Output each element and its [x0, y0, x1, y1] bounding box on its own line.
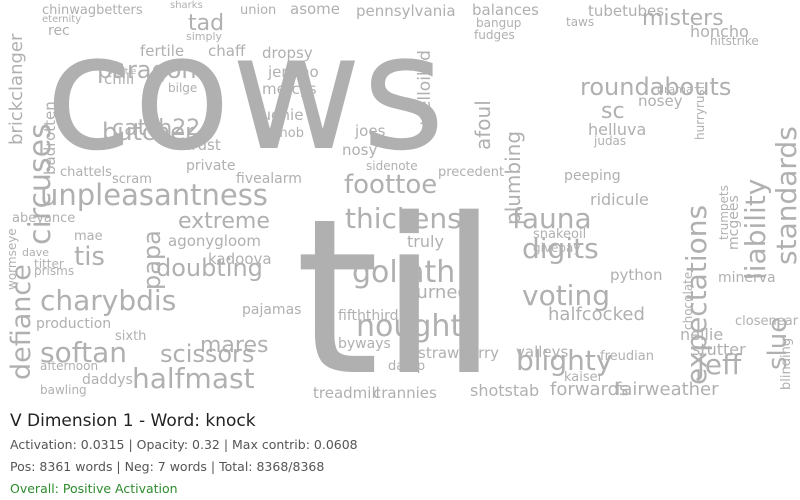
- cloud-word-damp: damp: [388, 359, 425, 374]
- cloud-word-titter: titter: [34, 257, 64, 271]
- cloud-word-rec: rec: [48, 23, 70, 39]
- cloud-word-drama: drama: [657, 83, 693, 96]
- cloud-word-sc: sc: [601, 99, 625, 124]
- cloud-word-bilge: bilge: [168, 81, 197, 95]
- cloud-word-agonygloom: agonygloom: [168, 232, 261, 250]
- cloud-word-hattie: hattie: [110, 67, 137, 77]
- cloud-word-hitstrike: hitstrike: [710, 34, 759, 48]
- cloud-word-jericho: jericho: [267, 63, 319, 81]
- cloud-word-ridicule: ridicule: [590, 190, 649, 209]
- cloud-word-unpleasantness: unpleasantness: [40, 178, 268, 212]
- cloud-word-closenear: closenear: [735, 314, 799, 329]
- cloud-word-pennsylvania: pennsylvania: [356, 2, 456, 20]
- cloud-word-minerva: minerva: [718, 270, 776, 286]
- cloud-word-snakeoil: snakeoil: [533, 227, 586, 242]
- cloud-word-thrust: thrust: [176, 136, 221, 154]
- cloud-word-python: python: [610, 266, 662, 284]
- cloud-word-chaff: chaff: [208, 42, 246, 60]
- cloud-word-trumpets: trumpets: [717, 185, 731, 240]
- cloud-word-truly: truly: [407, 232, 444, 251]
- cloud-word-hurryrush: hurryrush: [693, 82, 707, 140]
- cloud-word-scram: scram: [112, 172, 152, 187]
- cloud-word-tubetubes: tubetubes: [588, 2, 664, 20]
- cloud-word-precedent: precedent: [438, 165, 504, 180]
- cloud-word-foottoe: foottoe: [344, 170, 437, 200]
- cloud-word-halfcocked: halfcocked: [548, 304, 645, 325]
- cloud-word-chattels: chattels: [60, 165, 112, 180]
- cloud-word-crannies: crannies: [373, 384, 437, 402]
- cloud-word-judas: judas: [593, 134, 626, 148]
- cloud-word-fifththird: fifththird: [338, 308, 399, 324]
- cloud-word-welloiled: welloiled: [415, 50, 435, 125]
- caption-counts: Pos: 8361 words | Neg: 7 words | Total: …: [10, 459, 325, 474]
- cloud-word-chocolate: chocolate: [681, 272, 695, 330]
- cloud-word-sidenote: sidenote: [366, 159, 418, 173]
- cloud-word-wormseye: wormseye: [5, 228, 19, 290]
- cloud-word-mercys: mercys: [262, 80, 317, 98]
- cloud-word-daddys: daddys: [82, 372, 133, 388]
- word-cloud-canvas: cowstilunpleasantnessdefiancecircusescha…: [5, 0, 800, 405]
- cloud-word-durned: durned: [405, 282, 469, 303]
- cloud-word-fudges: fudges: [474, 28, 515, 42]
- word-cloud: cows til unpleasantness defiance circuses cha…: [0, 0, 800, 405]
- cloud-word-asome: asome: [290, 0, 340, 18]
- cloud-word-kaiser: kaiser: [564, 370, 604, 385]
- caption-metrics: Activation: 0.0315 | Opacity: 0.32 | Max…: [10, 437, 358, 452]
- cloud-word-liability: liability: [739, 179, 772, 280]
- cloud-word-production: production: [36, 316, 111, 332]
- cloud-word-extreme: extreme: [178, 209, 270, 234]
- cloud-word-hughie: hughie: [252, 106, 303, 124]
- caption-verdict: Overall: Positive Activation: [10, 481, 178, 496]
- cloud-word-taws: taws: [566, 15, 594, 29]
- caption-title: V Dimension 1 - Word: knock: [10, 411, 256, 431]
- cloud-word-afternoon: afternoon: [40, 359, 98, 373]
- caption-panel: V Dimension 1 - Word: knock Activation: …: [0, 405, 800, 500]
- cloud-word-sixth: sixth: [115, 329, 146, 344]
- cloud-word-pajamas: pajamas: [242, 302, 301, 318]
- cloud-word-mae: mae: [74, 229, 103, 244]
- cloud-word-kadoova: kadoova: [208, 250, 272, 268]
- cloud-word-byways: byways: [338, 336, 391, 352]
- cloud-word-afoul: afoul: [471, 100, 495, 150]
- cloud-word-brickclanger: brickclanger: [6, 33, 27, 145]
- cloud-word-freudian: freudian: [600, 349, 654, 364]
- cloud-word-joes: joes: [354, 122, 386, 140]
- cloud-word-stutter: stutter: [692, 340, 746, 359]
- cloud-word-knob: knob: [272, 126, 304, 141]
- cloud-word-badrotten: badrotten: [41, 101, 59, 175]
- cloud-word-standards: standards: [770, 126, 800, 265]
- cloud-word-dropsy: dropsy: [262, 44, 313, 62]
- cloud-word-eternity: eternity: [42, 14, 81, 25]
- cloud-word-bangup: bangup: [476, 16, 521, 30]
- cloud-word-union: union: [240, 3, 276, 18]
- cloud-word-valleys: valleys: [516, 343, 569, 361]
- cloud-word-mares: mares: [200, 333, 268, 358]
- cloud-word-private: private: [186, 158, 236, 174]
- cloud-word-dave: dave: [22, 246, 49, 259]
- cloud-word-givepay: givepay: [533, 241, 581, 255]
- cloud-word-peeping: peeping: [564, 168, 621, 184]
- cloud-word-bawling: bawling: [40, 383, 87, 397]
- cloud-word-treadmill: treadmill: [313, 384, 380, 402]
- cloud-word-abeyance: abeyance: [12, 211, 75, 226]
- cloud-word-sharks: sharks: [170, 0, 203, 11]
- cloud-word-thickens: thickens: [345, 202, 462, 235]
- cloud-word-tis: tis: [74, 242, 105, 272]
- cloud-word-fivealarm: fivealarm: [236, 171, 302, 187]
- cloud-word-shotstab: shotstab: [470, 381, 539, 400]
- cloud-word-plumbing: plumbing: [501, 131, 525, 225]
- cloud-word-simply: simply: [186, 30, 223, 43]
- cloud-word-fairweather: fairweather: [615, 379, 719, 400]
- cloud-word-blinding: blinding: [779, 338, 794, 390]
- cloud-word-nosy: nosy: [342, 141, 377, 159]
- cloud-word-strawberry: strawberry: [418, 344, 499, 362]
- cloud-word-fertile: fertile: [140, 42, 184, 60]
